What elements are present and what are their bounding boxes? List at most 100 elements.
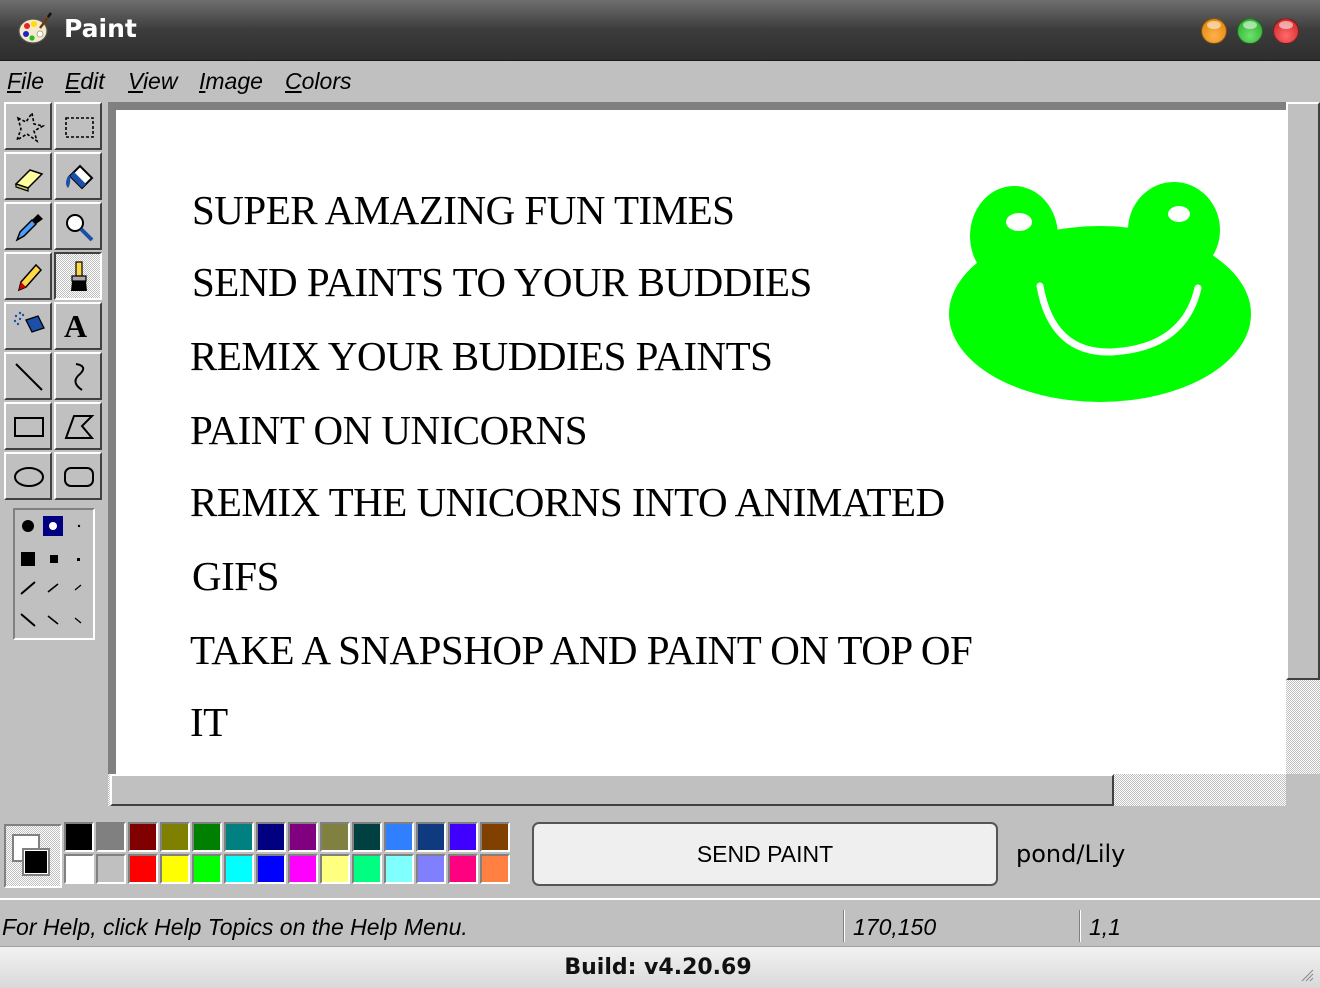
rect-select-tool[interactable] [54,102,102,150]
vertical-scrollbar[interactable] [1286,102,1320,774]
horizontal-scrollbar[interactable] [108,774,1286,806]
palette-swatch[interactable] [448,822,478,852]
palette-swatch[interactable] [256,822,286,852]
palette-swatch[interactable] [320,854,350,884]
eyedropper-icon [15,214,43,242]
palette-swatch[interactable] [128,854,158,884]
square-brush-large[interactable] [21,552,35,566]
window-title: Paint [64,14,137,43]
minimize-button[interactable] [1201,18,1227,44]
magnifier-tool[interactable] [54,202,102,250]
palette-swatch[interactable] [256,854,286,884]
status-selection-size: 1,1 [1089,914,1121,940]
rounded-rectangle-tool[interactable] [54,452,102,500]
rectangle-tool[interactable] [4,402,52,450]
zoom-button[interactable] [1237,18,1263,44]
fill-tool[interactable] [54,152,102,200]
polygon-tool[interactable] [54,402,102,450]
room-name: pond/Lily [1016,840,1126,868]
palette-swatch[interactable] [320,822,350,852]
square-brush-small[interactable] [77,558,80,561]
menu-colors[interactable]: Colors [285,68,351,95]
text-a-icon: A [64,308,88,344]
palette-swatch[interactable] [160,854,190,884]
brush-tool[interactable] [54,252,102,300]
palette-swatch[interactable] [480,822,510,852]
foreground-color-swatch [22,848,50,876]
canvas-text-line: SEND PAINTS TO YOUR BUDDIES [192,259,812,305]
menu-image[interactable]: Image [199,68,263,95]
palette-swatch[interactable] [192,854,222,884]
palette-swatch[interactable] [160,822,190,852]
ellipse-tool[interactable] [4,452,52,500]
palette-swatch[interactable] [448,854,478,884]
palette-swatch[interactable] [64,822,94,852]
palette-swatch[interactable] [480,854,510,884]
eraser-icon [14,169,44,192]
toolbox: A [0,102,108,822]
status-divider [843,910,845,942]
ellipse-icon [14,467,44,487]
canvas-text-line: GIFS [192,553,279,599]
menu-view[interactable]: View [128,68,177,95]
curve-icon [74,363,85,391]
palette-swatch[interactable] [352,822,382,852]
paintbrush-icon [71,261,87,291]
canvas-text-line: PAINT ON UNICORNS [190,407,588,453]
airbrush-icon [13,311,45,333]
pencil-icon [17,263,43,292]
palette-swatch[interactable] [384,822,414,852]
palette-swatch[interactable] [64,854,94,884]
free-select-tool[interactable] [4,102,52,150]
drawing-canvas[interactable]: SUPER AMAZING FUN TIMES SEND PAINTS TO Y… [116,110,1286,774]
palette-swatch[interactable] [224,822,254,852]
close-button[interactable] [1273,18,1299,44]
free-select-icon [15,110,46,143]
build-footer: Build: v4.20.69 [0,946,1320,988]
palette-swatch[interactable] [416,854,446,884]
current-colors[interactable] [4,824,62,888]
palette-swatch[interactable] [288,854,318,884]
horizontal-scroll-thumb[interactable] [110,774,1114,806]
round-brush-medium[interactable] [49,522,57,530]
palette-swatch[interactable] [224,854,254,884]
curve-tool[interactable] [54,352,102,400]
scroll-corner [1286,774,1320,806]
canvas-text-line: REMIX THE UNICORNS INTO ANIMATED [190,479,945,525]
pencil-tool[interactable] [4,252,52,300]
canvas-text-line: TAKE A SNAPSHOP AND PAINT ON TOP OF [190,627,973,673]
resize-grip-icon[interactable] [1300,968,1314,982]
vertical-scroll-thumb[interactable] [1286,102,1320,680]
text-tool[interactable]: A [54,302,102,350]
rect-select-icon [65,117,94,138]
status-help-text: For Help, click Help Topics on the Help … [2,914,468,940]
brush-shapes-icon [20,516,82,627]
color-picker-tool[interactable] [4,202,52,250]
line-icon [15,363,43,391]
line-tool[interactable] [4,352,52,400]
palette-swatch[interactable] [288,822,318,852]
palette-swatch[interactable] [96,854,126,884]
title-bar: Paint [0,0,1320,61]
eraser-tool[interactable] [4,152,52,200]
palette-swatch[interactable] [128,822,158,852]
rounded-rectangle-icon [64,467,94,487]
palette-swatch[interactable] [192,822,222,852]
airbrush-tool[interactable] [4,302,52,350]
square-brush-medium[interactable] [50,555,58,563]
round-brush-small[interactable] [77,524,81,528]
frog-face-drawing [949,182,1251,402]
round-brush-large[interactable] [22,520,34,532]
menu-file[interactable]: File [7,68,44,95]
canvas-text-line: REMIX YOUR BUDDIES PAINTS [190,333,773,379]
build-version: Build: v4.20.69 [564,955,752,980]
rectangle-icon [14,417,44,437]
palette-swatch[interactable] [384,854,414,884]
menu-edit[interactable]: Edit [65,68,105,95]
magnifier-icon [66,214,94,242]
palette-swatch[interactable] [352,854,382,884]
send-paint-button[interactable]: SEND PAINT [532,822,998,886]
palette-swatch[interactable] [416,822,446,852]
palette-swatch[interactable] [96,822,126,852]
canvas-text-line: IT [190,699,228,745]
